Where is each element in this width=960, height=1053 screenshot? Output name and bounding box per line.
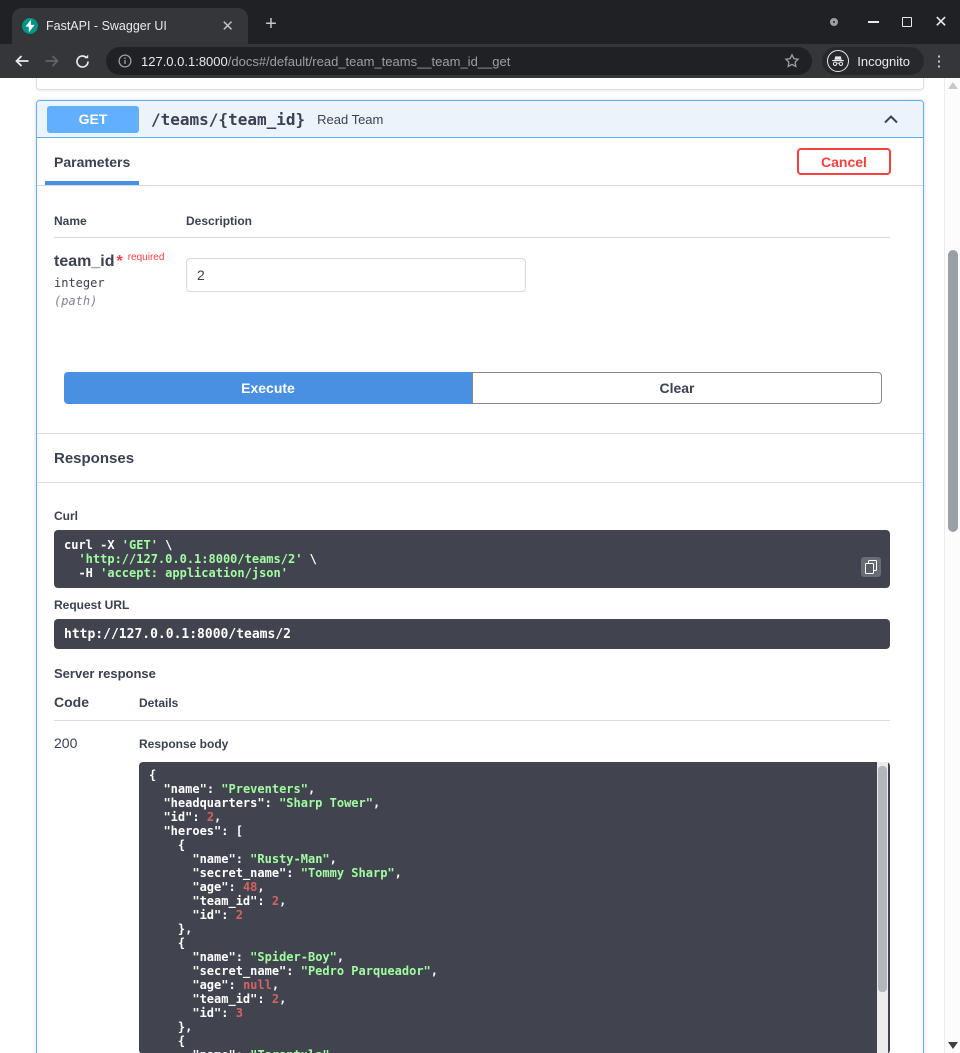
request-url-label: Request URL xyxy=(54,598,890,612)
clear-button[interactable]: Clear xyxy=(472,372,882,404)
minimize-button[interactable] xyxy=(860,9,886,35)
url-host: 127.0.0.1:8000 xyxy=(141,54,228,69)
incognito-label: Incognito xyxy=(857,54,910,69)
curl-label: Curl xyxy=(54,509,890,523)
page-scrollbar[interactable] xyxy=(944,78,960,1053)
request-url-value: http://127.0.0.1:8000/teams/2 xyxy=(54,619,890,649)
incognito-badge: Incognito xyxy=(822,47,924,75)
browser-window: FastAPI - Swagger UI ✕ + ✕ 127.0.0.1:800… xyxy=(0,0,960,1053)
parameter-name-cell: team_id* required integer (path) xyxy=(54,253,186,308)
status-circle-icon[interactable] xyxy=(830,18,838,26)
tab-parameters: Parameters xyxy=(45,138,139,185)
browser-tab[interactable]: FastAPI - Swagger UI ✕ xyxy=(12,8,248,44)
browser-toolbar: 127.0.0.1:8000/docs#/default/read_team_t… xyxy=(0,44,960,78)
endpoint-summary: Read Team xyxy=(317,112,383,127)
responses-title: Responses xyxy=(54,450,134,467)
curl-block: curl -X 'GET' \ 'http://127.0.0.1:8000/t… xyxy=(54,530,890,588)
copy-icon[interactable] xyxy=(861,557,881,577)
team-id-input[interactable] xyxy=(186,258,526,292)
parameter-name: team_id* required xyxy=(54,253,186,271)
column-code: Code xyxy=(54,694,139,710)
url-path: /docs#/default/read_team_teams__team_id_… xyxy=(228,54,511,69)
site-info-icon[interactable] xyxy=(118,54,132,68)
clipped-section-above xyxy=(36,78,924,90)
response-details-cell: Response body { "name": "Preventers", "h… xyxy=(139,735,890,1053)
url-text: 127.0.0.1:8000/docs#/default/read_team_t… xyxy=(141,54,775,69)
endpoint-path[interactable]: /teams/{team_id} xyxy=(151,110,305,129)
reload-button[interactable] xyxy=(68,47,96,75)
bookmark-star-icon[interactable] xyxy=(784,53,800,69)
curl-command: curl -X 'GET' \ 'http://127.0.0.1:8000/t… xyxy=(54,530,890,588)
tab-strip: FastAPI - Swagger UI ✕ + ✕ xyxy=(0,0,960,44)
parameters-body: Name Description team_id* required intege… xyxy=(37,214,923,404)
parameters-title: Parameters xyxy=(54,154,130,170)
parameter-name-text: team_id xyxy=(54,253,114,270)
opblock-get-team: GET /teams/{team_id} Read Team Parameter… xyxy=(36,100,924,1053)
parameter-row: team_id* required integer (path) xyxy=(54,238,890,308)
back-button[interactable] xyxy=(8,47,36,75)
window-controls: ✕ xyxy=(830,0,954,44)
execute-button[interactable]: Execute xyxy=(64,372,472,404)
address-bar[interactable]: 127.0.0.1:8000/docs#/default/read_team_t… xyxy=(106,47,812,75)
response-scrollbar[interactable] xyxy=(877,762,888,1053)
parameters-table-header: Name Description xyxy=(54,214,890,238)
browser-menu-button[interactable]: ⋮ xyxy=(926,52,952,70)
responses-header: Responses xyxy=(37,433,923,483)
required-label: required xyxy=(128,252,165,263)
maximize-button[interactable] xyxy=(894,9,920,35)
response-row: 200 Response body { "name": "Preventers"… xyxy=(54,721,890,1053)
execute-row: Execute Clear xyxy=(64,372,882,404)
response-body-block: { "name": "Preventers", "headquarters": … xyxy=(139,762,890,1053)
responses-section: Responses Curl curl -X 'GET' \ 'http://1… xyxy=(37,433,923,1053)
response-scrollbar-thumb[interactable] xyxy=(878,766,887,992)
column-description: Description xyxy=(186,214,890,228)
tab-close-icon[interactable]: ✕ xyxy=(217,17,238,36)
scroll-up-arrow-icon[interactable] xyxy=(948,82,958,89)
incognito-icon xyxy=(827,50,849,72)
server-response-label: Server response xyxy=(54,666,890,681)
tab-title: FastAPI - Swagger UI xyxy=(46,19,209,33)
collapse-chevron-icon[interactable] xyxy=(883,115,899,124)
response-body-label: Response body xyxy=(139,737,890,751)
opblock-header[interactable]: GET /teams/{team_id} Read Team xyxy=(37,101,923,138)
new-tab-button[interactable]: + xyxy=(258,11,284,37)
required-star: * xyxy=(116,253,122,270)
parameter-value-cell xyxy=(186,253,890,308)
parameter-type: integer xyxy=(54,276,186,290)
parameters-header: Parameters Cancel xyxy=(37,138,923,186)
forward-button[interactable] xyxy=(38,47,66,75)
responses-content: Curl curl -X 'GET' \ 'http://127.0.0.1:8… xyxy=(37,509,923,1053)
column-details: Details xyxy=(139,696,890,710)
scroll-down-arrow-icon[interactable] xyxy=(948,1042,958,1049)
window-close-button[interactable]: ✕ xyxy=(928,9,954,35)
swagger-page: GET /teams/{team_id} Read Team Parameter… xyxy=(0,78,944,1053)
column-name: Name xyxy=(54,214,186,228)
page-scrollbar-thumb[interactable] xyxy=(948,250,958,532)
status-code: 200 xyxy=(54,735,139,1053)
response-table-header: Code Details xyxy=(54,694,890,721)
method-badge: GET xyxy=(47,106,139,133)
fastapi-favicon-icon xyxy=(22,18,38,34)
parameter-location: (path) xyxy=(54,294,186,308)
response-body-json: { "name": "Preventers", "headquarters": … xyxy=(139,762,890,1053)
cancel-button[interactable]: Cancel xyxy=(797,148,891,175)
